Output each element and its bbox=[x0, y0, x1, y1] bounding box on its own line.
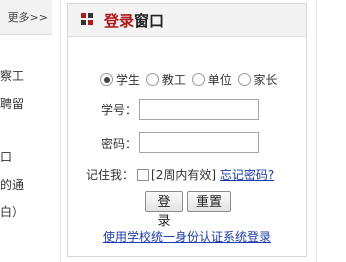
role-student-label: 学生 bbox=[116, 73, 141, 87]
remember-checkbox[interactable] bbox=[137, 168, 150, 181]
left-news-column: 更多>> 察工 聘留 口 的通 白） bbox=[0, 0, 60, 262]
grid-icon bbox=[81, 13, 93, 25]
role-staff[interactable]: 教工 bbox=[145, 71, 186, 88]
login-panel: 登录窗口 bbox=[67, 3, 307, 257]
radio-staff[interactable] bbox=[145, 73, 159, 86]
role-organization[interactable]: 单位 bbox=[191, 71, 232, 88]
forgot-password-link[interactable]: 忘记密码? bbox=[220, 168, 274, 182]
role-selector: 学生 教工 单位 家长 bbox=[100, 71, 280, 91]
password-label: 密码： bbox=[101, 137, 138, 151]
radio-parent[interactable] bbox=[237, 73, 251, 86]
remember-note: [2周内有效] bbox=[151, 168, 217, 182]
student-id-label: 学号： bbox=[101, 103, 138, 117]
role-parent[interactable]: 家长 bbox=[237, 71, 278, 88]
login-panel-header: 登录窗口 bbox=[68, 4, 306, 37]
role-student[interactable]: 学生 bbox=[100, 71, 140, 88]
news-snippet[interactable]: 聘留 bbox=[0, 95, 58, 112]
column-divider bbox=[60, 0, 61, 262]
remember-me-row: 记住我： [2周内有效] 忘记密码? bbox=[86, 166, 274, 184]
more-link[interactable]: 更多>> bbox=[8, 9, 48, 25]
news-snippet[interactable]: 口 bbox=[0, 148, 58, 165]
remember-label: 记住我： bbox=[86, 168, 135, 182]
password-input[interactable] bbox=[139, 132, 259, 153]
reset-button[interactable]: 重置 bbox=[187, 191, 231, 212]
unified-auth-link[interactable]: 使用学校统一身份认证系统登录 bbox=[103, 228, 271, 245]
student-id-input[interactable] bbox=[139, 99, 259, 120]
role-organization-label: 单位 bbox=[207, 73, 232, 87]
right-divider bbox=[316, 0, 317, 262]
news-snippet[interactable]: 白） bbox=[0, 203, 58, 220]
title-highlight: 登录 bbox=[104, 12, 135, 30]
radio-student[interactable] bbox=[100, 73, 113, 86]
login-panel-title: 登录窗口 bbox=[104, 10, 164, 31]
news-snippet[interactable]: 察工 bbox=[0, 67, 58, 84]
login-button[interactable]: 登录 bbox=[145, 191, 183, 229]
title-rest: 窗口 bbox=[134, 12, 165, 30]
role-staff-label: 教工 bbox=[161, 73, 186, 87]
radio-organization[interactable] bbox=[191, 73, 205, 86]
left-column-header: 更多>> bbox=[0, 0, 52, 35]
role-parent-label: 家长 bbox=[253, 73, 278, 87]
news-snippet[interactable]: 的通 bbox=[0, 176, 58, 193]
